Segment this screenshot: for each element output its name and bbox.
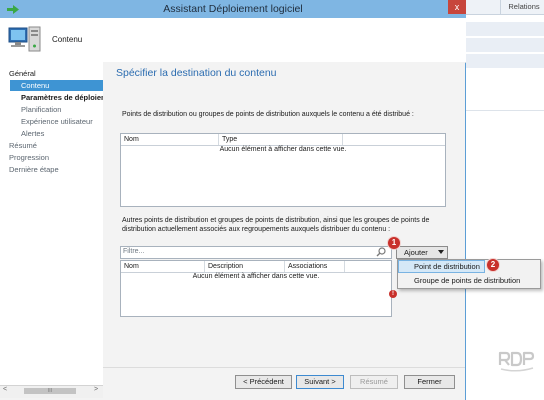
- grid-header: Nom Type: [121, 134, 445, 146]
- scroll-right-icon[interactable]: >: [94, 386, 98, 393]
- callout-badge-1: 1: [388, 237, 400, 249]
- background-divider: [466, 110, 544, 111]
- relations-column-header[interactable]: Relations: [504, 0, 544, 14]
- add-button-label: Ajouter: [404, 248, 428, 257]
- column-header-type[interactable]: Type: [219, 134, 343, 145]
- section-title: Spécifier la destination du contenu: [116, 67, 277, 79]
- close-window-button[interactable]: x: [448, 0, 466, 14]
- empty-message: Aucun élément à afficher dans cette vue.: [192, 273, 320, 280]
- grid-header: Nom Description Associations: [121, 261, 391, 273]
- previous-button[interactable]: < Précédent: [235, 375, 292, 389]
- nav-item-experience[interactable]: Expérience utilisateur: [21, 116, 93, 127]
- callout-badge-2: 2: [487, 259, 499, 271]
- scroll-thumb[interactable]: III: [24, 388, 76, 394]
- background-row: [466, 38, 544, 52]
- window-title: Assistant Déploiement logiciel: [163, 3, 303, 15]
- nav-item-parametres[interactable]: Paramètres de déploieme: [21, 92, 103, 103]
- column-header-associations[interactable]: Associations: [285, 261, 345, 272]
- distributed-content-grid[interactable]: Nom Type Aucun élément à afficher dans c…: [120, 133, 446, 207]
- scroll-left-icon[interactable]: <: [3, 386, 7, 393]
- background-row: [466, 22, 544, 36]
- error-icon: !: [389, 290, 397, 298]
- wizard-nav: Général Contenu Paramètres de déploieme …: [0, 62, 104, 385]
- menu-item-label: Point de distribution: [414, 262, 480, 271]
- search-icon[interactable]: [376, 247, 386, 257]
- nav-item-progression[interactable]: Progression: [9, 152, 49, 163]
- available-points-grid[interactable]: Nom Description Associations Aucun éléme…: [120, 260, 392, 317]
- nav-item-resume[interactable]: Résumé: [9, 140, 37, 151]
- chevron-down-icon: [438, 250, 444, 254]
- summary-button[interactable]: Résumé: [350, 375, 398, 389]
- close-button[interactable]: Fermer: [404, 375, 455, 389]
- scroll-thumb-grip: III: [47, 388, 53, 394]
- column-header-description[interactable]: Description: [205, 261, 285, 272]
- background-row: [466, 54, 544, 68]
- nav-item-contenu[interactable]: Contenu: [21, 80, 49, 91]
- column-header-nom[interactable]: Nom: [121, 134, 219, 145]
- filter-input[interactable]: [120, 246, 392, 259]
- nav-item-general[interactable]: Général: [9, 68, 36, 79]
- filter-placeholder: Filtre...: [123, 248, 145, 255]
- nav-item-derniere-etape[interactable]: Dernière étape: [9, 164, 59, 175]
- next-button[interactable]: Suivant >: [296, 375, 344, 389]
- other-points-description: Autres points de distribution et groupes…: [122, 217, 430, 233]
- header-page-title: Contenu: [52, 35, 83, 44]
- nav-item-alertes[interactable]: Alertes: [21, 128, 44, 139]
- nav-item-planification[interactable]: Planification: [21, 104, 61, 115]
- computer-icon: [8, 26, 41, 52]
- watermark-logo: [498, 351, 535, 372]
- empty-message: Aucun élément à afficher dans cette vue.: [219, 146, 347, 153]
- column-header-nom[interactable]: Nom: [121, 261, 205, 272]
- distributed-description: Points de distribution ou groupes de poi…: [122, 111, 414, 118]
- menu-item-groupe-de-points[interactable]: Groupe de points de distribution: [414, 276, 520, 285]
- button-bar-divider: [103, 367, 465, 368]
- column-separator: [500, 0, 501, 14]
